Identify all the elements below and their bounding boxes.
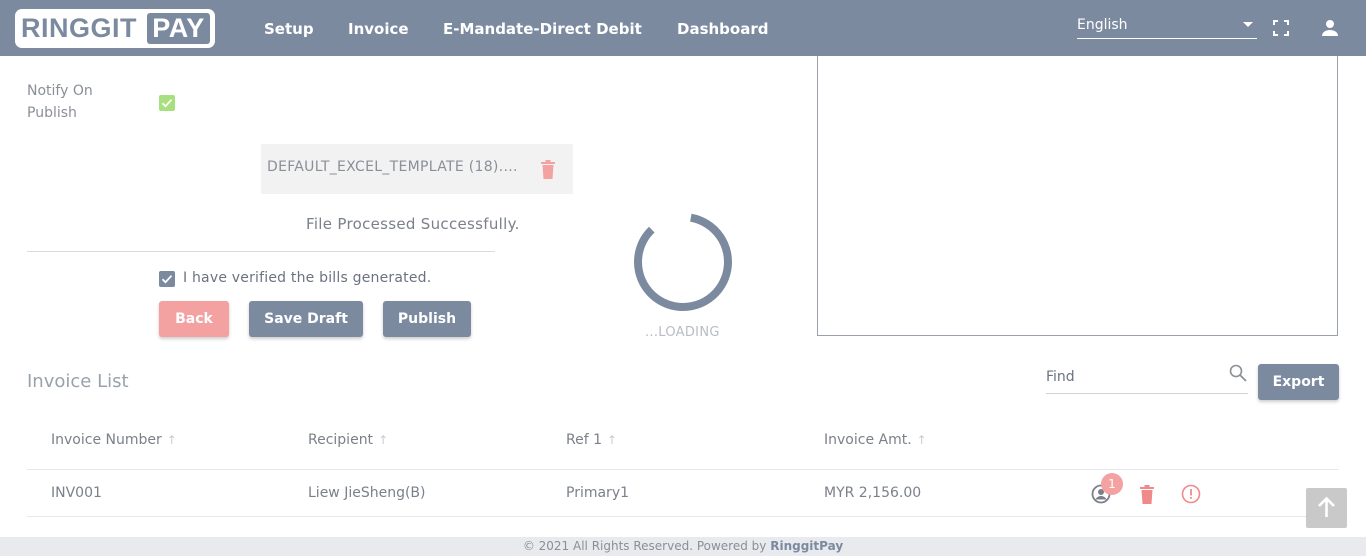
nav-dashboard[interactable]: Dashboard — [677, 19, 768, 39]
check-icon — [161, 275, 173, 284]
notify-on-publish-label: Notify On Publish — [27, 83, 93, 121]
column-invoice-number[interactable]: Invoice Number ↑ — [51, 432, 177, 448]
uploaded-file-box: DEFAULT_EXCEL_TEMPLATE (18).... — [261, 144, 573, 194]
column-label: Recipient — [308, 432, 374, 448]
table-header-divider — [27, 469, 1339, 470]
find-placeholder: Find — [1046, 369, 1075, 385]
file-status-message: File Processed Successfully. — [306, 215, 520, 233]
nav-invoice[interactable]: Invoice — [348, 19, 409, 39]
notification-badge: 1 — [1101, 473, 1123, 495]
find-input[interactable]: Find — [1046, 363, 1248, 394]
table-row-divider — [27, 516, 1339, 517]
loading-text: ...LOADING — [645, 325, 720, 340]
caret-down-icon — [1243, 22, 1253, 27]
export-button[interactable]: Export — [1258, 364, 1339, 400]
sort-arrow-icon: ↑ — [166, 433, 177, 447]
footer-text: © 2021 All Rights Reserved. Powered by — [522, 539, 767, 553]
logo-text-pay: PAY — [147, 13, 210, 44]
divider — [27, 251, 495, 252]
fullscreen-icon[interactable] — [1271, 18, 1291, 38]
column-ref1[interactable]: Ref 1 ↑ — [566, 432, 617, 448]
nav-setup[interactable]: Setup — [264, 19, 314, 39]
cell-ref1: Primary1 — [566, 485, 630, 501]
footer: © 2021 All Rights Reserved. Powered by R… — [0, 537, 1366, 556]
column-label: Invoice Number — [51, 432, 162, 448]
column-label: Invoice Amt. — [824, 432, 912, 448]
alert-icon[interactable] — [1181, 484, 1201, 504]
uploaded-file-name: DEFAULT_EXCEL_TEMPLATE (18).... — [267, 159, 518, 175]
notify-on-publish-checkbox[interactable] — [159, 95, 175, 111]
column-recipient[interactable]: Recipient ↑ — [308, 432, 388, 448]
sort-arrow-icon: ↑ — [378, 433, 389, 447]
verify-bills-checkbox[interactable] — [159, 271, 175, 287]
language-value: English — [1077, 17, 1128, 33]
trash-icon[interactable] — [540, 160, 556, 180]
logo-text-ringgit: RINGGIT — [21, 13, 137, 43]
language-select[interactable]: English — [1077, 16, 1257, 39]
user-icon[interactable] — [1320, 18, 1340, 38]
search-icon[interactable] — [1228, 363, 1248, 383]
loading-spinner — [634, 213, 732, 311]
column-label: Ref 1 — [566, 432, 602, 448]
sort-arrow-icon: ↑ — [607, 433, 618, 447]
verify-bills-label: I have verified the bills generated. — [183, 270, 432, 286]
ringgitpay-logo[interactable]: RINGGIT PAY — [15, 9, 215, 48]
arrow-up-icon — [1318, 496, 1335, 517]
trash-icon[interactable] — [1139, 485, 1155, 505]
invoice-list-title: Invoice List — [27, 371, 129, 392]
back-button[interactable]: Back — [159, 301, 229, 337]
cell-invoice-number[interactable]: INV001 — [51, 485, 102, 501]
scroll-to-top-button[interactable] — [1306, 488, 1347, 528]
preview-panel — [817, 56, 1338, 336]
cell-invoice-amount: MYR 2,156.00 — [824, 485, 922, 501]
check-icon — [161, 99, 173, 108]
footer-brand-link[interactable]: RinggitPay — [770, 539, 843, 553]
save-draft-button[interactable]: Save Draft — [249, 301, 363, 337]
column-invoice-amount[interactable]: Invoice Amt. ↑ — [824, 432, 927, 448]
top-header: RINGGIT PAY Setup Invoice E-Mandate-Dire… — [0, 0, 1366, 56]
nav-e-mandate-direct-debit[interactable]: E-Mandate-Direct Debit — [443, 19, 642, 39]
publish-button[interactable]: Publish — [383, 301, 471, 337]
sort-arrow-icon: ↑ — [916, 433, 927, 447]
cell-recipient: Liew JieSheng(B) — [308, 485, 426, 501]
